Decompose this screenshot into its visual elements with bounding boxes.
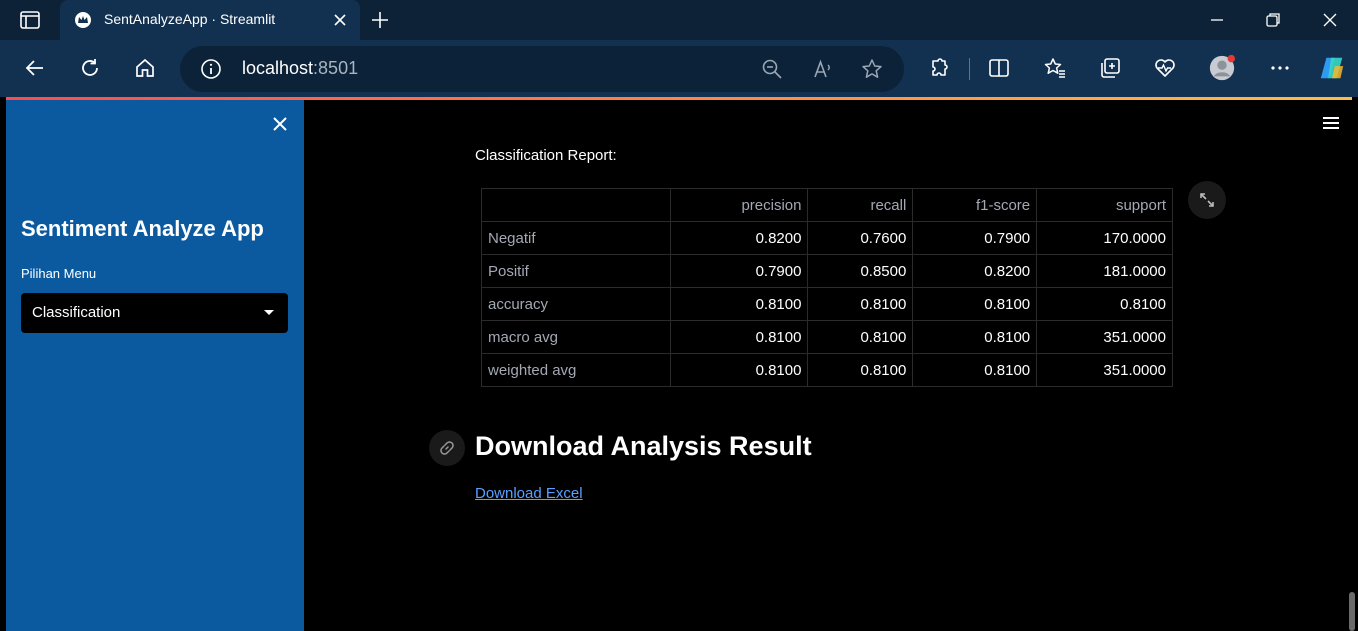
report-label: Classification Report: bbox=[475, 147, 617, 164]
recall-cell: 0.8100 bbox=[807, 287, 914, 321]
zoom-out-icon[interactable] bbox=[761, 58, 783, 80]
link-anchor-icon[interactable] bbox=[429, 430, 465, 466]
favorites-icon[interactable] bbox=[1041, 54, 1069, 82]
chevron-down-icon bbox=[264, 310, 274, 315]
browser-essentials-icon[interactable] bbox=[1151, 54, 1179, 82]
row-label: macro avg bbox=[481, 320, 671, 354]
menu-select-value: Classification bbox=[32, 304, 121, 321]
streamlit-crown-icon bbox=[74, 12, 92, 28]
precision-cell: 0.8100 bbox=[669, 287, 809, 321]
menu-label: Pilihan Menu bbox=[21, 266, 97, 281]
table-row: weighted avg 0.8100 0.8100 0.8100 351.00… bbox=[481, 353, 1173, 387]
browser-tab[interactable]: SentAnalyzeApp · Streamlit bbox=[60, 0, 360, 40]
table-header-cell: recall bbox=[807, 188, 914, 222]
back-icon[interactable] bbox=[21, 54, 49, 82]
url-text: localhost:8501 bbox=[242, 58, 359, 78]
site-info-icon[interactable] bbox=[200, 58, 222, 80]
f1-score-cell: 0.8100 bbox=[912, 320, 1038, 354]
classification-report-table: precision recall f1-score support Negati… bbox=[481, 188, 1173, 387]
section-title: Download Analysis Result bbox=[475, 431, 812, 461]
table-header-row: precision recall f1-score support bbox=[481, 188, 1173, 222]
browser-toolbar: localhost:8501 bbox=[0, 40, 1358, 97]
tab-actions-icon[interactable] bbox=[10, 8, 50, 32]
minimize-icon[interactable] bbox=[1205, 8, 1229, 32]
row-label: accuracy bbox=[481, 287, 671, 321]
close-window-icon[interactable] bbox=[1318, 8, 1342, 32]
support-cell: 0.8100 bbox=[1036, 287, 1173, 321]
sidebar: Sentiment Analyze App Pilihan Menu Class… bbox=[6, 100, 304, 631]
extensions-icon[interactable] bbox=[925, 54, 953, 82]
table-row: accuracy 0.8100 0.8100 0.8100 0.8100 bbox=[481, 287, 1173, 321]
recall-cell: 0.7600 bbox=[807, 221, 914, 255]
main-content: Classification Report: precision recall … bbox=[304, 100, 1352, 631]
f1-score-cell: 0.8100 bbox=[912, 353, 1038, 387]
recall-cell: 0.8500 bbox=[807, 254, 914, 288]
browser-tab-bar: SentAnalyzeApp · Streamlit bbox=[0, 0, 1358, 40]
recall-cell: 0.8100 bbox=[807, 353, 914, 387]
more-menu-icon[interactable] bbox=[1266, 54, 1294, 82]
fullscreen-expand-icon[interactable] bbox=[1188, 181, 1226, 219]
toolbar-separator bbox=[969, 58, 970, 80]
refresh-icon[interactable] bbox=[76, 54, 104, 82]
support-cell: 181.0000 bbox=[1036, 254, 1173, 288]
table-header-cell bbox=[481, 188, 671, 222]
f1-score-cell: 0.7900 bbox=[912, 221, 1038, 255]
recall-cell: 0.8100 bbox=[807, 320, 914, 354]
sidebar-app-title: Sentiment Analyze App bbox=[21, 216, 264, 241]
precision-cell: 0.8200 bbox=[669, 221, 809, 255]
f1-score-cell: 0.8100 bbox=[912, 287, 1038, 321]
support-cell: 351.0000 bbox=[1036, 353, 1173, 387]
tab-title: SentAnalyzeApp · Streamlit bbox=[104, 11, 276, 27]
f1-score-cell: 0.8200 bbox=[912, 254, 1038, 288]
table-row: Positif 0.7900 0.8500 0.8200 181.0000 bbox=[481, 254, 1173, 288]
table-row: macro avg 0.8100 0.8100 0.8100 351.0000 bbox=[481, 320, 1173, 354]
row-label: Positif bbox=[481, 254, 671, 288]
close-tab-icon[interactable] bbox=[330, 10, 350, 30]
support-cell: 351.0000 bbox=[1036, 320, 1173, 354]
table-header-cell: support bbox=[1036, 188, 1173, 222]
new-tab-icon[interactable] bbox=[368, 8, 392, 32]
menu-select[interactable]: Classification bbox=[21, 293, 288, 333]
scrollbar-thumb[interactable] bbox=[1349, 592, 1355, 631]
collections-icon[interactable] bbox=[1096, 54, 1124, 82]
precision-cell: 0.8100 bbox=[669, 320, 809, 354]
precision-cell: 0.7900 bbox=[669, 254, 809, 288]
split-screen-icon[interactable] bbox=[985, 54, 1013, 82]
precision-cell: 0.8100 bbox=[669, 353, 809, 387]
favorite-star-icon[interactable] bbox=[861, 58, 883, 80]
copilot-icon[interactable] bbox=[1318, 54, 1346, 82]
profile-avatar-icon[interactable] bbox=[1208, 54, 1236, 82]
table-header-cell: f1-score bbox=[912, 188, 1038, 222]
address-bar[interactable]: localhost:8501 bbox=[180, 46, 904, 92]
row-label: weighted avg bbox=[481, 353, 671, 387]
hamburger-menu-icon[interactable] bbox=[1322, 116, 1340, 130]
table-header-cell: precision bbox=[669, 188, 809, 222]
read-aloud-icon[interactable] bbox=[812, 58, 834, 80]
download-excel-link[interactable]: Download Excel bbox=[475, 485, 583, 502]
restore-icon[interactable] bbox=[1261, 8, 1285, 32]
table-row: Negatif 0.8200 0.7600 0.7900 170.0000 bbox=[481, 221, 1173, 255]
row-label: Negatif bbox=[481, 221, 671, 255]
support-cell: 170.0000 bbox=[1036, 221, 1173, 255]
home-icon[interactable] bbox=[131, 54, 159, 82]
close-sidebar-icon[interactable] bbox=[270, 114, 290, 134]
